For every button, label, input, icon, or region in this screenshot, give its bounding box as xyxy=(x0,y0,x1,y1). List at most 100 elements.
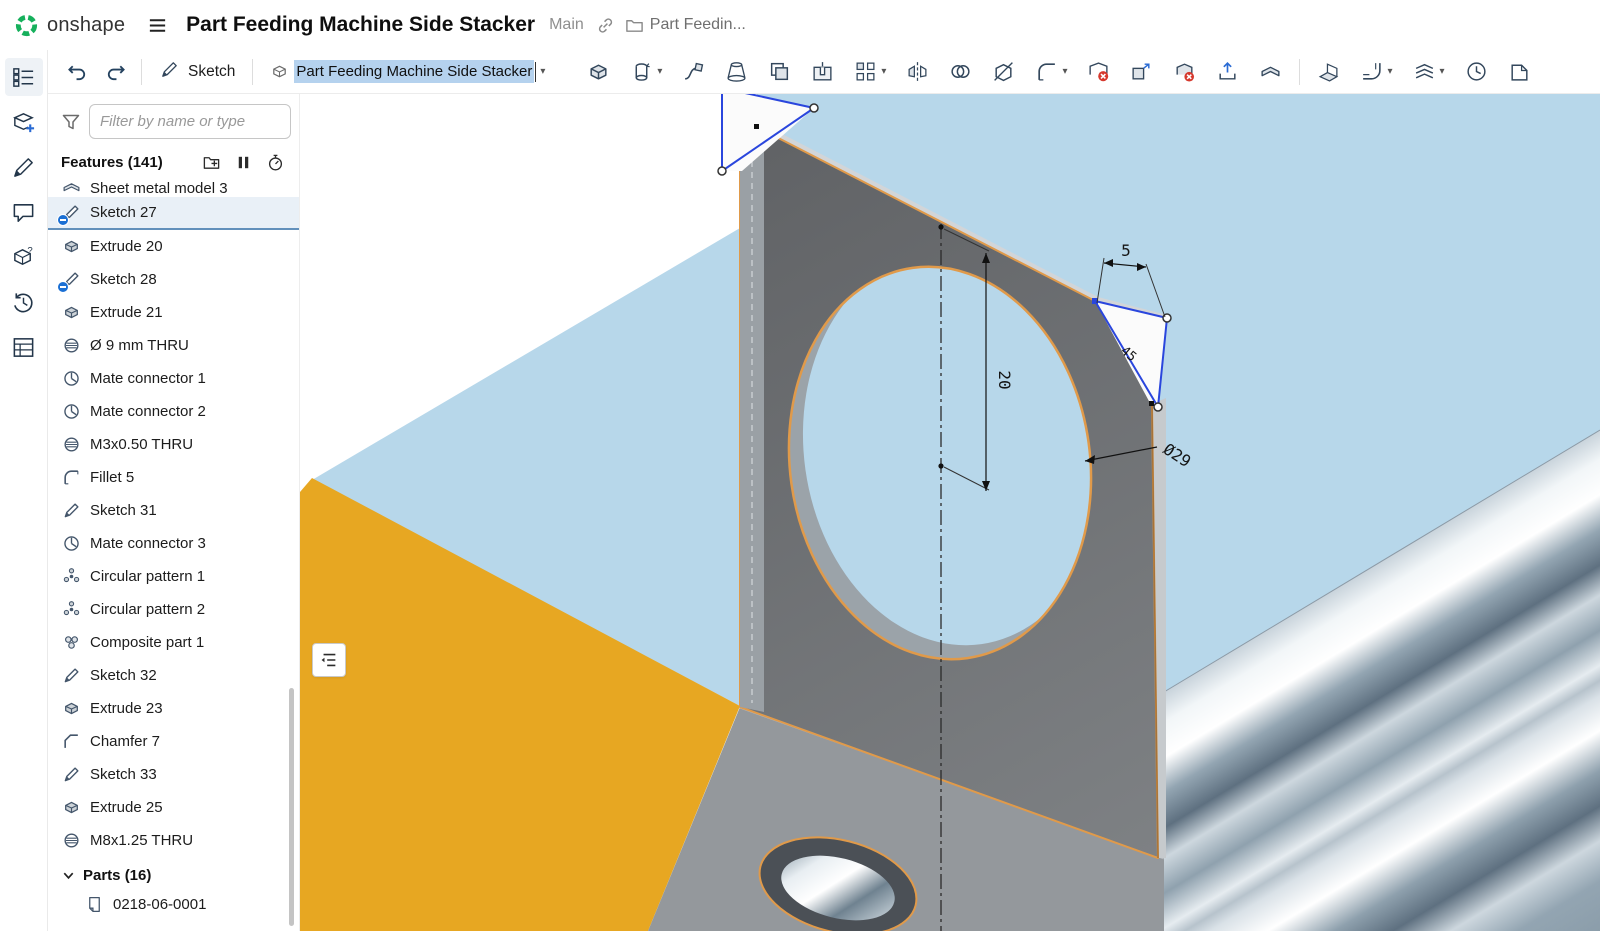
part-item-0218-06-0001[interactable]: 0218-06-0001 xyxy=(48,888,299,921)
mass-properties-button[interactable] xyxy=(1455,54,1498,90)
feature-item-chamfer-7[interactable]: Chamfer 7 xyxy=(48,725,299,758)
part-help-button[interactable]: ? xyxy=(5,238,43,276)
filter-icon xyxy=(60,111,82,133)
feature-item-extrude-23[interactable]: Extrude 23 xyxy=(48,692,299,725)
onshape-logo[interactable]: onshape xyxy=(14,13,125,38)
feature-item-sketch-32[interactable]: Sketch 32 xyxy=(48,659,299,692)
branch-label[interactable]: Main xyxy=(549,16,584,34)
cpattern-icon xyxy=(61,567,81,587)
rollback-bar-handle[interactable] xyxy=(312,643,346,677)
history-button[interactable] xyxy=(5,283,43,321)
frame-button[interactable]: ▾ xyxy=(1403,54,1455,90)
sweep-button[interactable] xyxy=(672,54,715,90)
sketch-vertex[interactable] xyxy=(1154,403,1162,411)
feature-item-circular-pattern-2[interactable]: Circular pattern 2 xyxy=(48,593,299,626)
folder-label: Part Feedin... xyxy=(650,16,746,34)
chevron-down-icon xyxy=(61,868,76,883)
split-button[interactable] xyxy=(982,54,1025,90)
sketch-point[interactable] xyxy=(1149,401,1154,406)
revolve-button[interactable]: ▾ xyxy=(620,54,672,90)
export-button[interactable] xyxy=(1206,54,1249,90)
feature-item-mate-connector-1[interactable]: Mate connector 1 xyxy=(48,362,299,395)
feature-list: Sheet metal model 3Sketch 27Extrude 20Sk… xyxy=(48,178,299,857)
share-link-icon[interactable] xyxy=(596,16,615,35)
feature-item-fillet-5[interactable]: Fillet 5 xyxy=(48,461,299,494)
sketch-vertex[interactable] xyxy=(810,104,818,112)
appearance-icon xyxy=(11,155,36,180)
sketch-vertex[interactable] xyxy=(718,167,726,175)
feature-item-sketch-27[interactable]: Sketch 27 xyxy=(48,197,299,230)
menu-icon[interactable] xyxy=(147,15,168,36)
extrude-button[interactable] xyxy=(577,54,620,90)
import-button[interactable] xyxy=(1498,54,1541,90)
sketch-point[interactable] xyxy=(754,124,759,129)
feature-list-button[interactable] xyxy=(5,58,43,96)
feature-label: Mate connector 2 xyxy=(90,403,206,420)
feature-item-extrude-21[interactable]: Extrude 21 xyxy=(48,296,299,329)
redo-button[interactable] xyxy=(96,54,134,90)
comments-button[interactable] xyxy=(5,193,43,231)
feature-item-sketch-28[interactable]: Sketch 28 xyxy=(48,263,299,296)
3d-viewport-canvas[interactable]: 20 5 45 Ø29 xyxy=(300,94,1600,931)
extrude-icon xyxy=(61,237,81,257)
feature-item-9-mm-thru[interactable]: Ø 9 mm THRU xyxy=(48,329,299,362)
sheet-metal-button[interactable] xyxy=(1249,54,1292,90)
cpattern-icon xyxy=(61,600,81,620)
sketch-button[interactable]: Sketch xyxy=(149,54,245,90)
delete-face-button[interactable] xyxy=(1077,54,1120,90)
feature-item-extrude-20[interactable]: Extrude 20 xyxy=(48,230,299,263)
undo-button[interactable] xyxy=(58,54,96,90)
frame-icon xyxy=(1413,60,1436,83)
feature-item-m8x1-25-thru[interactable]: M8x1.25 THRU xyxy=(48,824,299,857)
part-list: 0218-06-0001 xyxy=(48,888,299,921)
appearance-button[interactable] xyxy=(5,148,43,186)
extrude-icon xyxy=(61,699,81,719)
insert-button[interactable] xyxy=(5,103,43,141)
feature-item-extrude-25[interactable]: Extrude 25 xyxy=(48,791,299,824)
toolbar-separator xyxy=(141,59,142,85)
create-folder-button[interactable] xyxy=(202,153,221,172)
mirror-button[interactable] xyxy=(896,54,939,90)
stopwatch-button[interactable] xyxy=(266,153,285,172)
dimension-5-label[interactable]: 5 xyxy=(1121,241,1131,260)
hole-button[interactable] xyxy=(801,54,844,90)
plane-button[interactable] xyxy=(1307,54,1350,90)
feature-label: Circular pattern 1 xyxy=(90,568,205,585)
feature-item-mate-connector-3[interactable]: Mate connector 3 xyxy=(48,527,299,560)
sketch-icon xyxy=(61,765,81,785)
fillet-button[interactable]: ▾ xyxy=(1025,54,1077,90)
bend-button[interactable]: ▾ xyxy=(1350,54,1402,90)
feature-label: Sketch 31 xyxy=(90,502,157,519)
bom-button[interactable] xyxy=(5,328,43,366)
feature-item-composite-part-1[interactable]: Composite part 1 xyxy=(48,626,299,659)
hole-icon xyxy=(61,435,81,455)
viewport[interactable]: 20 5 45 Ø29 xyxy=(300,94,1600,931)
folder-breadcrumb[interactable]: Part Feedin... xyxy=(625,16,746,35)
feature-item-sheet-metal-model-3[interactable]: Sheet metal model 3 xyxy=(48,178,299,197)
parts-section-header[interactable]: Parts (16) xyxy=(48,857,299,888)
filter-input[interactable] xyxy=(89,104,291,139)
feature-label: Mate connector 1 xyxy=(90,370,206,387)
hole-center-point[interactable] xyxy=(938,463,943,468)
panel-scrollbar[interactable] xyxy=(289,688,294,926)
bom-icon xyxy=(11,335,36,360)
boolean-button[interactable] xyxy=(939,54,982,90)
dimension-20-label[interactable]: 20 xyxy=(995,370,1014,389)
feature-item-m3x0-50-thru[interactable]: M3x0.50 THRU xyxy=(48,428,299,461)
thicken-button[interactable] xyxy=(758,54,801,90)
feature-item-sketch-33[interactable]: Sketch 33 xyxy=(48,758,299,791)
mate-icon xyxy=(61,402,81,422)
sketch-icon xyxy=(61,203,81,223)
move-face-button[interactable] xyxy=(1120,54,1163,90)
feature-item-circular-pattern-1[interactable]: Circular pattern 1 xyxy=(48,560,299,593)
loft-button[interactable] xyxy=(715,54,758,90)
feature-item-sketch-31[interactable]: Sketch 31 xyxy=(48,494,299,527)
delete-part-button[interactable] xyxy=(1163,54,1206,90)
suspend-button[interactable] xyxy=(234,153,253,172)
element-name-text: Part Feeding Machine Side Stacker xyxy=(294,60,534,83)
linear-pattern-button[interactable]: ▾ xyxy=(844,54,896,90)
sketch-point[interactable] xyxy=(938,224,943,229)
element-name-field[interactable]: Part Feeding Machine Side Stacker ▾ xyxy=(264,55,551,89)
part-label: 0218-06-0001 xyxy=(113,896,206,913)
feature-item-mate-connector-2[interactable]: Mate connector 2 xyxy=(48,395,299,428)
